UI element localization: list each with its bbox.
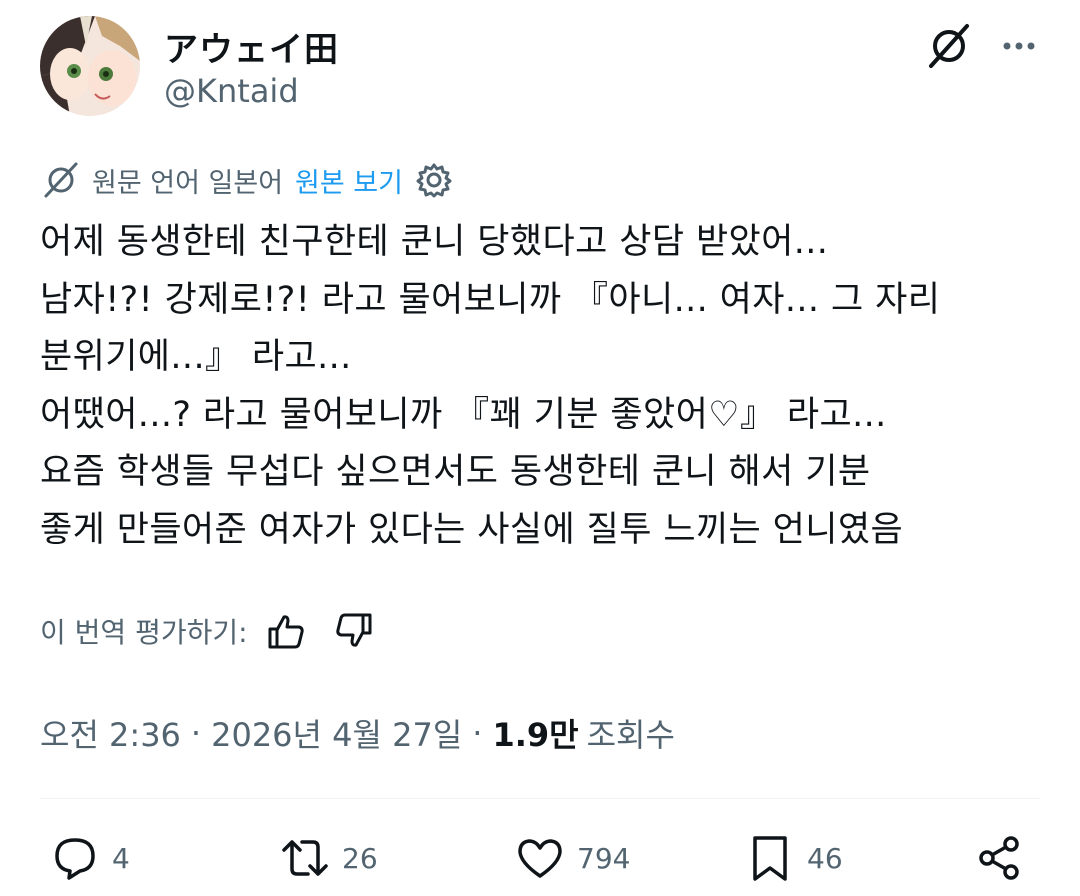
tweet-line: 어제 동생한테 친구한테 쿤니 당했다고 상담 받았어... xyxy=(40,222,829,262)
repost-count: 26 xyxy=(342,841,378,875)
tweet-line: 좋게 만들어준 여자가 있다는 사실에 질투 느끼는 언니였음 xyxy=(40,509,904,550)
like-icon xyxy=(518,839,562,878)
rate-translation-label: 이 번역 평가하기: xyxy=(40,616,248,649)
tweet-body: 어제 동생한테 친구한테 쿤니 당했다고 상담 받았어... 남자!?! 강제로… xyxy=(40,214,1040,559)
rate-translation: 이 번역 평가하기: xyxy=(40,606,374,656)
divider xyxy=(40,798,1040,799)
bookmark-button[interactable]: 46 xyxy=(745,826,843,890)
tweet-line: 남자!?! 강제로!?! 라고 물어보니까 『아니... 여자... 그 자리 xyxy=(40,279,941,320)
settings-icon[interactable] xyxy=(415,161,453,199)
thumbs-down-icon[interactable] xyxy=(334,611,374,651)
repost-button[interactable]: 26 xyxy=(280,826,378,890)
share-icon xyxy=(979,836,1019,880)
bookmark-count: 46 xyxy=(807,841,843,875)
reply-count: 4 xyxy=(112,841,130,875)
source-language-text: 원문 언어 일본어 xyxy=(92,167,284,199)
reply-button[interactable]: 4 xyxy=(50,826,130,890)
tweet-header: アウェイ田 @Kntaid xyxy=(40,16,1040,116)
author-handle[interactable]: @Kntaid xyxy=(164,72,299,110)
bookmark-icon xyxy=(753,836,787,881)
tweet-line: 어땠어...? 라고 물어보니까 『꽤 기분 좋았어♡』 라고... xyxy=(40,394,887,435)
like-button[interactable]: 794 xyxy=(515,826,630,890)
translate-icon xyxy=(40,160,80,200)
meta-separator: · xyxy=(190,714,202,752)
tweet-line: 분위기에...』 라고... xyxy=(40,337,352,377)
tweet-meta: 오전 2:36 · 2026년 4월 27일 · 1.9만 조회수 xyxy=(40,708,675,758)
avatar[interactable] xyxy=(40,16,140,116)
meta-separator: · xyxy=(472,714,483,752)
translation-bar: 원문 언어 일본어 원본 보기 xyxy=(40,158,453,202)
tweet-date[interactable]: 2026년 4월 27일 xyxy=(211,710,462,756)
tweet-time[interactable]: 오전 2:36 xyxy=(40,710,181,756)
more-icon[interactable] xyxy=(995,22,1043,70)
share-button[interactable] xyxy=(975,826,1037,890)
action-bar: 4 26 794 46 xyxy=(40,826,1040,890)
show-original-link[interactable]: 원본 보기 xyxy=(295,161,403,200)
reply-icon xyxy=(55,838,95,880)
grok-icon[interactable] xyxy=(925,22,973,70)
repost-icon xyxy=(282,840,328,876)
tweet-line: 요즘 학생들 무섭다 싶으면서도 동생한테 쿤니 해서 기분 xyxy=(40,452,871,492)
like-count: 794 xyxy=(577,841,631,875)
thumbs-up-icon[interactable] xyxy=(266,611,306,651)
author-display-name[interactable]: アウェイ田 xyxy=(164,22,339,71)
views-count[interactable]: 1.9만 xyxy=(492,710,578,756)
views-label[interactable]: 조회수 xyxy=(587,710,675,756)
